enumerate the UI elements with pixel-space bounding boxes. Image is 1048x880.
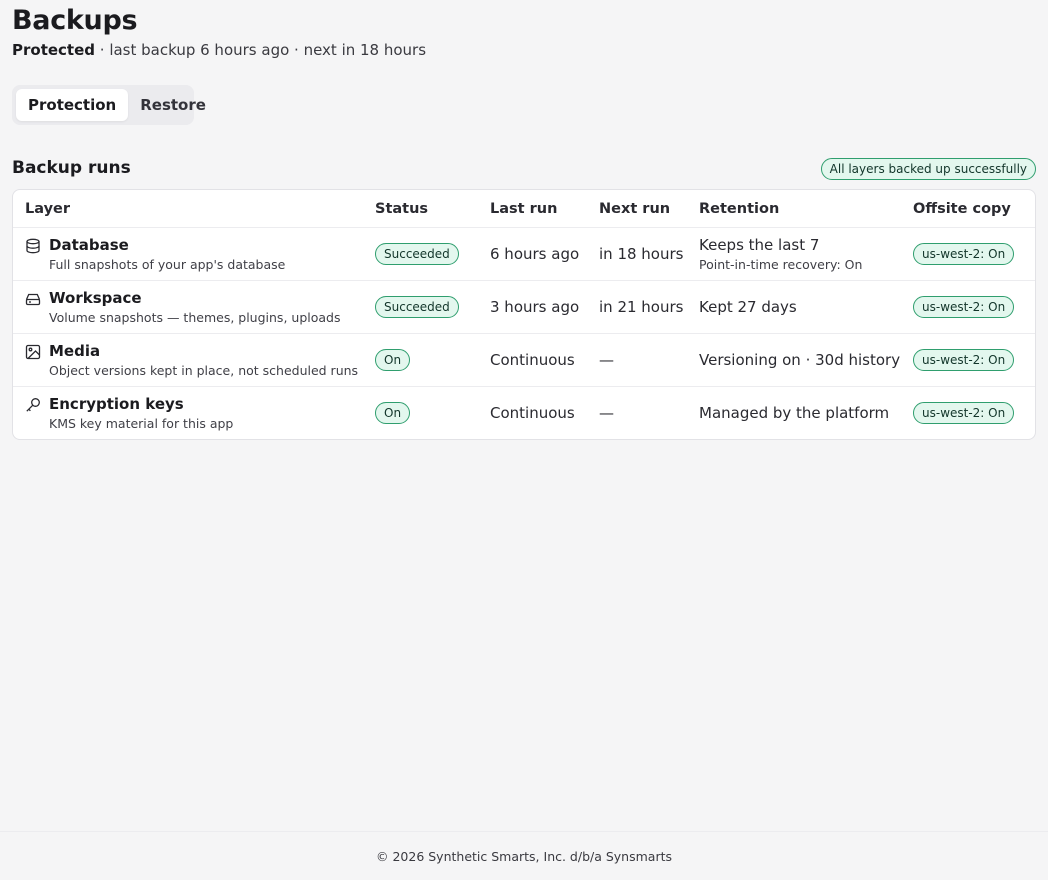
column-header-layer: Layer — [25, 200, 71, 217]
page-subtitle: Protected · last backup 6 hours ago · ne… — [12, 41, 426, 59]
table-row[interactable]: Database Full snapshots of your app's da… — [13, 227, 1035, 280]
table-row[interactable]: Media Object versions kept in place, not… — [13, 333, 1035, 386]
last-run: Continuous — [490, 351, 575, 369]
copyright-text: © 2026 Synthetic Smarts, Inc. d/b/a Syns… — [375, 848, 673, 864]
next-run: — — [599, 404, 614, 422]
last-run: Continuous — [490, 404, 575, 422]
layer-description: Volume snapshots — themes, plugins, uplo… — [49, 309, 341, 325]
table-row[interactable]: Encryption keys KMS key material for thi… — [13, 386, 1035, 439]
column-header-last-run: Last run — [490, 200, 558, 217]
retention: Keeps the last 7 — [699, 235, 820, 254]
next-run: in 21 hours — [599, 298, 684, 316]
key-icon — [25, 397, 41, 413]
status-badge: On — [375, 402, 411, 424]
database-icon — [25, 238, 41, 254]
offsite-copy-badge: us-west-2: On — [913, 296, 1015, 318]
layer-name: Encryption keys — [49, 394, 184, 413]
backup-schedule-summary: · last backup 6 hours ago · next in 18 h… — [95, 41, 427, 59]
offsite-copy-badge: us-west-2: On — [913, 402, 1015, 424]
status-badge: Succeeded — [375, 296, 459, 318]
section-title: Backup runs — [12, 158, 131, 178]
layer-description: Object versions kept in place, not sched… — [49, 362, 359, 378]
offsite-copy-badge: us-west-2: On — [913, 349, 1015, 371]
protection-status: Protected — [12, 41, 96, 59]
summary-status-badge: All layers backed up successfully — [820, 158, 1036, 180]
layer-name: Database — [49, 235, 129, 254]
layer-description: KMS key material for this app — [49, 415, 234, 431]
status-badge: On — [375, 349, 411, 371]
last-run: 3 hours ago — [490, 298, 580, 316]
next-run: — — [599, 351, 614, 369]
column-header-next-run: Next run — [599, 200, 671, 217]
next-run: in 18 hours — [599, 245, 684, 263]
offsite-copy-badge: us-west-2: On — [913, 243, 1015, 265]
tab-protection[interactable]: Protection — [16, 89, 129, 121]
retention: Kept 27 days — [699, 297, 797, 316]
column-header-offsite-copy: Offsite copy — [913, 200, 1011, 217]
table-header-row: Layer Status Last run Next run Retention… — [13, 190, 1035, 227]
tab-restore[interactable]: Restore — [128, 89, 218, 121]
column-header-status: Status — [375, 200, 429, 217]
layer-description: Full snapshots of your app's database — [49, 256, 286, 272]
image-icon — [25, 344, 41, 360]
column-header-retention: Retention — [699, 200, 780, 217]
last-run: 6 hours ago — [490, 245, 580, 263]
retention: Managed by the platform — [699, 403, 890, 422]
layer-name: Workspace — [49, 288, 142, 307]
tab-bar: Protection Restore — [12, 85, 206, 125]
status-badge: Succeeded — [375, 243, 459, 265]
layer-name: Media — [49, 341, 101, 360]
table-row[interactable]: Workspace Volume snapshots — themes, plu… — [13, 280, 1035, 333]
retention-detail: Point-in-time recovery: On — [699, 256, 863, 272]
retention: Versioning on · 30d history — [699, 350, 901, 369]
page-title: Backups — [12, 5, 138, 36]
drive-icon — [25, 291, 41, 307]
backup-runs-table: Layer Status Last run Next run Retention… — [12, 189, 1036, 440]
footer: © 2026 Synthetic Smarts, Inc. d/b/a Syns… — [0, 831, 1048, 880]
